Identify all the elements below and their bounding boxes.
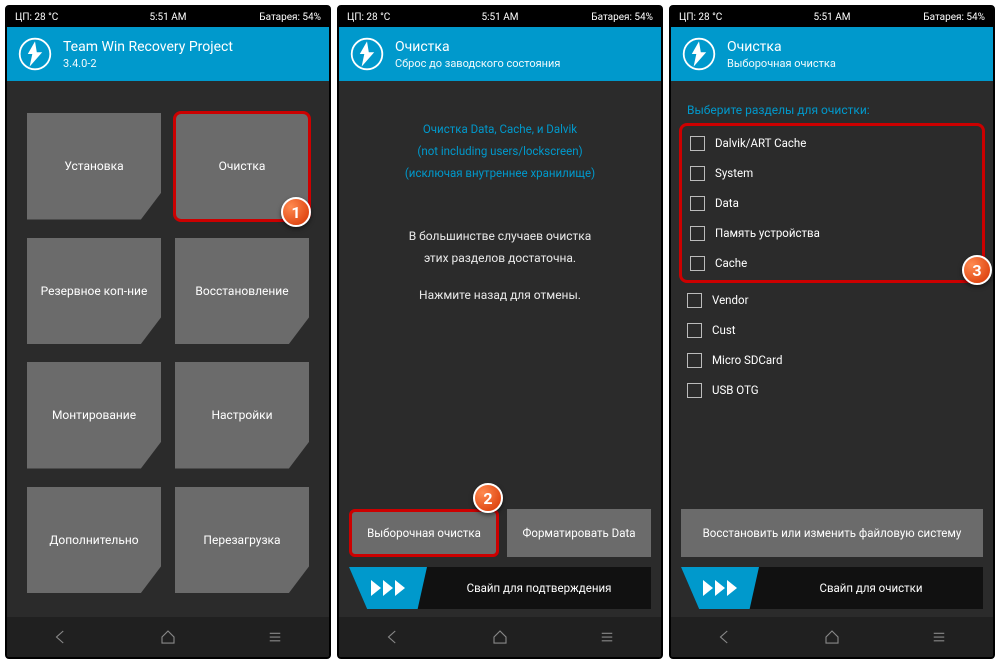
status-bar: ЦП: 28 °C 5:51 AM Батарея: 54% (339, 7, 661, 27)
reboot-button[interactable]: Перезагрузка (175, 487, 309, 594)
home-icon[interactable] (823, 628, 841, 646)
back-icon[interactable] (52, 628, 70, 646)
header: Team Win Recovery Project 3.4.0-2 (7, 27, 329, 81)
home-icon[interactable] (159, 628, 177, 646)
home-icon[interactable] (491, 628, 509, 646)
swipe-to-wipe[interactable]: Свайп для очистки (681, 567, 983, 609)
swipe-arrows-icon (349, 567, 427, 609)
status-bar: ЦП: 28 °C 5:51 AM Батарея: 54% (7, 7, 329, 27)
format-data-button[interactable]: Форматировать Data (507, 509, 651, 557)
phone-screen-2: ЦП: 28 °C 5:51 AM Батарея: 54% Очистка С… (337, 5, 663, 659)
phone-screen-1: ЦП: 28 °C 5:51 AM Батарея: 54% Team Win … (5, 5, 331, 659)
partition-dalvik[interactable]: Dalvik/ART Cache (684, 128, 980, 158)
status-cpu: ЦП: 28 °C (679, 12, 781, 23)
advanced-button[interactable]: Дополнительно (27, 487, 161, 594)
advanced-wipe-button[interactable]: Выборочная очистка (349, 509, 499, 557)
status-battery: Батарея: 54% (551, 12, 653, 23)
status-time: 5:51 AM (117, 12, 219, 23)
checkbox-icon[interactable] (690, 226, 705, 241)
partition-cust[interactable]: Cust (681, 315, 983, 345)
checkbox-icon[interactable] (690, 196, 705, 211)
partition-vendor[interactable]: Vendor (681, 285, 983, 315)
status-bar: ЦП: 28 °C 5:51 AM Батарея: 54% (671, 7, 993, 27)
partition-usbotg[interactable]: USB OTG (681, 375, 983, 405)
repair-filesystem-button[interactable]: Восстановить или изменить файловую систе… (681, 509, 983, 557)
wipe-info: Очистка Data, Cache, и Dalvik (not inclu… (349, 91, 651, 185)
header: Очистка Выборочная очистка (671, 27, 993, 81)
header: Очистка Сброс до заводского состояния (339, 27, 661, 81)
status-battery: Батарея: 54% (219, 12, 321, 23)
mount-button[interactable]: Монтирование (27, 362, 161, 469)
partition-cache[interactable]: Cache (684, 248, 980, 278)
twrp-logo-icon (349, 36, 385, 72)
screen-title: Очистка (727, 39, 836, 55)
checkbox-icon[interactable] (687, 293, 702, 308)
swipe-to-confirm[interactable]: Свайп для подтверждения (349, 567, 651, 609)
partition-data[interactable]: Data (684, 188, 980, 218)
partition-internal[interactable]: Память устройства (684, 218, 980, 248)
back-icon[interactable] (716, 628, 734, 646)
partition-system[interactable]: System (684, 158, 980, 188)
install-button[interactable]: Установка (27, 113, 161, 220)
step-badge-2: 2 (473, 483, 503, 513)
checkbox-icon[interactable] (690, 136, 705, 151)
phone-screen-3: ЦП: 28 °C 5:51 AM Батарея: 54% Очистка В… (669, 5, 995, 659)
android-navbar (339, 617, 661, 657)
checkbox-icon[interactable] (687, 383, 702, 398)
wipe-message: В большинстве случаев очистка этих разде… (349, 185, 651, 307)
android-navbar (7, 617, 329, 657)
checkbox-icon[interactable] (690, 166, 705, 181)
checkbox-icon[interactable] (687, 353, 702, 368)
screen-title: Очистка (395, 39, 560, 55)
status-cpu: ЦП: 28 °C (15, 12, 117, 23)
status-time: 5:51 AM (781, 12, 883, 23)
screen-subtitle: Выборочная очистка (727, 57, 836, 70)
select-partitions-label: Выберите разделы для очистки: (681, 91, 983, 125)
app-title: Team Win Recovery Project (63, 39, 233, 55)
status-battery: Батарея: 54% (883, 12, 985, 23)
checkbox-icon[interactable] (690, 256, 705, 271)
step-badge-1: 1 (281, 197, 311, 227)
step-badge-3: 3 (962, 255, 992, 285)
partition-sdcard[interactable]: Micro SDCard (681, 345, 983, 375)
backup-button[interactable]: Резервное коп-ние (27, 238, 161, 345)
twrp-logo-icon (681, 36, 717, 72)
back-icon[interactable] (384, 628, 402, 646)
recents-icon[interactable] (930, 628, 948, 646)
highlighted-partitions: Dalvik/ART Cache System Data Память устр… (679, 123, 985, 283)
swipe-label: Свайп для очистки (759, 581, 983, 595)
status-time: 5:51 AM (449, 12, 551, 23)
twrp-logo-icon (17, 36, 53, 72)
settings-button[interactable]: Настройки (175, 362, 309, 469)
recents-icon[interactable] (598, 628, 616, 646)
checkbox-icon[interactable] (687, 323, 702, 338)
swipe-arrows-icon (681, 567, 759, 609)
status-cpu: ЦП: 28 °C (347, 12, 449, 23)
app-version: 3.4.0-2 (63, 57, 233, 70)
screen-subtitle: Сброс до заводского состояния (395, 57, 560, 70)
recents-icon[interactable] (266, 628, 284, 646)
swipe-label: Свайп для подтверждения (427, 581, 651, 595)
restore-button[interactable]: Восстановление (175, 238, 309, 345)
android-navbar (671, 617, 993, 657)
